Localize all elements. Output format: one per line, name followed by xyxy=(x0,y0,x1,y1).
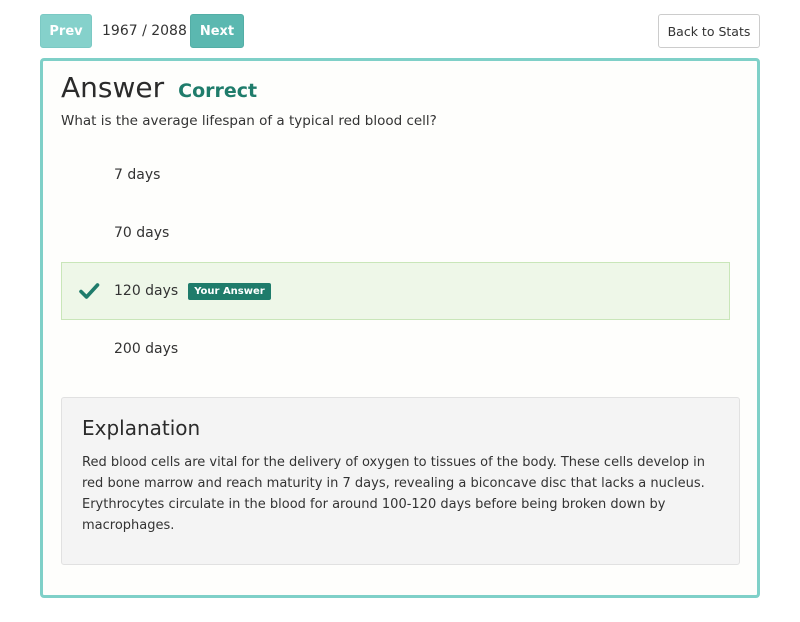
back-to-stats-button[interactable]: Back to Stats xyxy=(658,14,760,48)
your-answer-badge: Your Answer xyxy=(188,282,271,300)
answer-options: 7 days 70 days 120 days Your Answer 200 … xyxy=(61,146,730,378)
question-text: What is the average lifespan of a typica… xyxy=(61,113,437,129)
answer-option-2[interactable]: 70 days xyxy=(61,204,730,262)
prev-button[interactable]: Prev xyxy=(40,14,92,48)
answer-title: Answer xyxy=(61,71,165,104)
answer-option-label: 70 days xyxy=(114,225,170,241)
explanation-text: Red blood cells are vital for the delive… xyxy=(82,455,705,533)
answer-option-1[interactable]: 7 days xyxy=(61,146,730,204)
next-button[interactable]: Next xyxy=(190,14,244,48)
answer-status: Correct xyxy=(178,80,258,102)
answer-option-4[interactable]: 200 days xyxy=(61,320,730,378)
answer-option-label: 200 days xyxy=(114,341,179,357)
answer-card: Answer Correct What is the average lifes… xyxy=(40,58,760,598)
check-icon xyxy=(78,280,100,302)
explanation-title: Explanation xyxy=(82,416,201,440)
explanation-panel: Explanation Red blood cells are vital fo… xyxy=(61,397,740,565)
question-counter: 1967 / 2088 xyxy=(102,23,187,39)
answer-header: Answer Correct xyxy=(61,71,257,104)
answer-option-label: 7 days xyxy=(114,167,161,183)
answer-option-label: 120 days xyxy=(114,283,179,299)
answer-option-3[interactable]: 120 days Your Answer xyxy=(61,262,730,320)
top-navigation: Prev 1967 / 2088 Next Back to Stats xyxy=(40,14,760,48)
